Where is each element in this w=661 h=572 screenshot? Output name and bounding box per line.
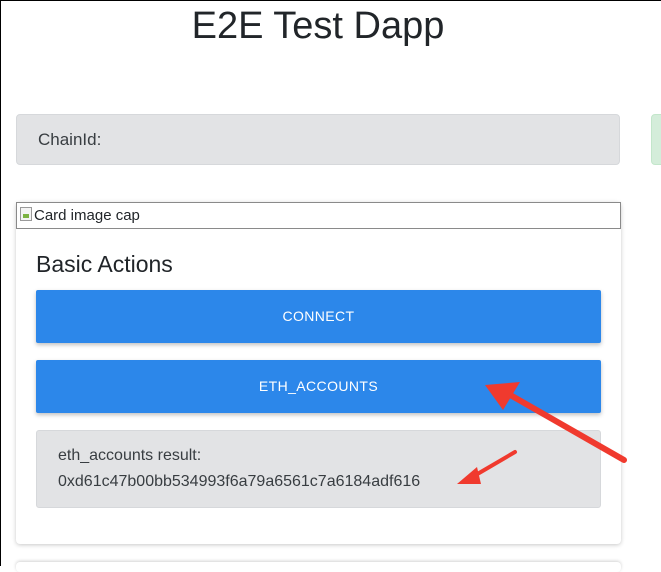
connect-button[interactable]: CONNECT — [36, 290, 601, 343]
basic-actions-card: Card image cap Basic Actions CONNECT ETH… — [16, 202, 621, 544]
eth-accounts-result-panel: eth_accounts result: 0xd61c47b00bb534993… — [36, 430, 601, 508]
status-panel-edge — [651, 114, 661, 165]
page-title: E2E Test Dapp — [191, 5, 445, 47]
chain-id-panel: ChainId: — [16, 114, 620, 165]
eth-accounts-result-value: 0xd61c47b00bb534993f6a79a6561c7a6184adf6… — [58, 473, 421, 490]
broken-image-icon — [20, 207, 32, 221]
card-image-alt-text: Card image cap — [34, 207, 140, 224]
card-title: Basic Actions — [36, 251, 173, 277]
chain-id-label: ChainId: — [38, 130, 102, 149]
eth-accounts-button[interactable]: ETH_ACCOUNTS — [36, 360, 601, 413]
eth-accounts-result-label: eth_accounts result: — [58, 447, 202, 464]
window-left-edge — [0, 0, 1, 566]
card-image: Card image cap — [16, 202, 621, 229]
next-card-edge — [16, 562, 621, 572]
